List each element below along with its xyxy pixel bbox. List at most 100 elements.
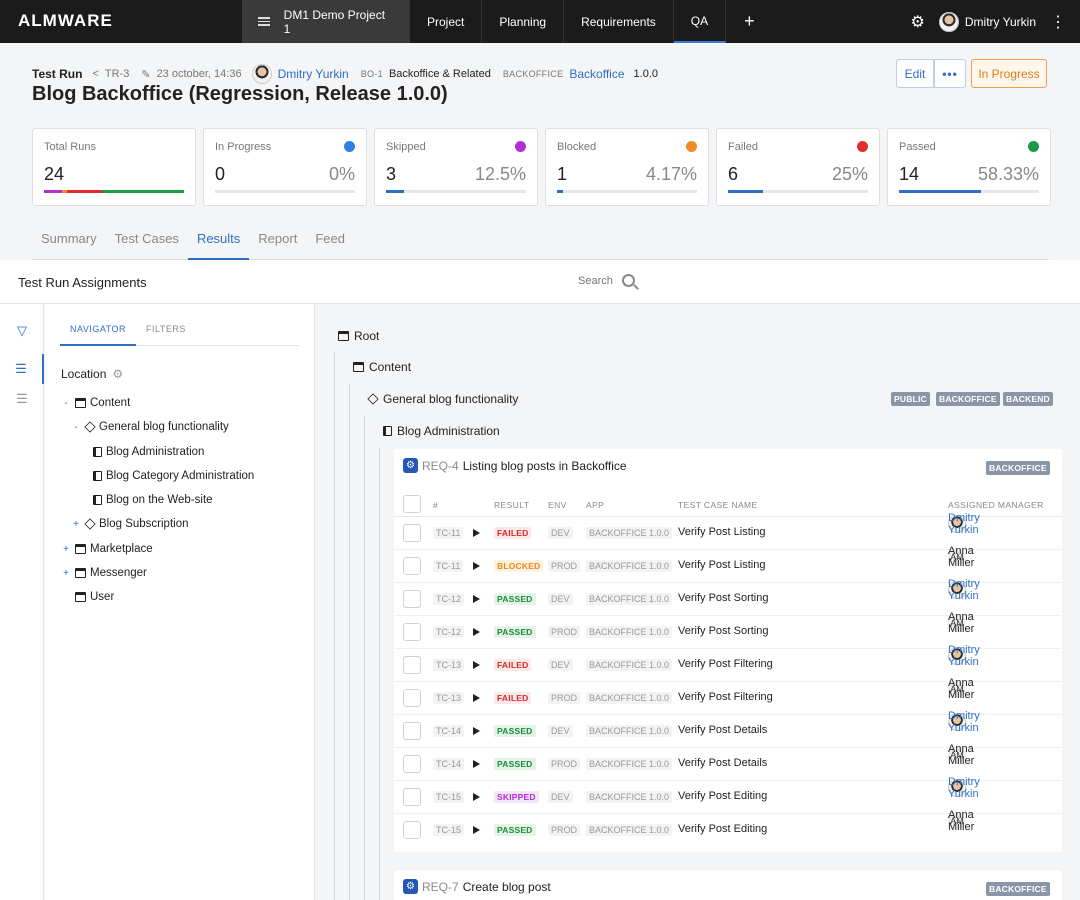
test-case-id[interactable]: TC-12 bbox=[433, 626, 465, 638]
kebab-menu-icon[interactable]: ⋮ bbox=[1050, 12, 1066, 32]
test-case-name[interactable]: Verify Post Filtering bbox=[678, 658, 773, 670]
collapse-toggle[interactable]: - bbox=[61, 398, 71, 409]
tree-item-marketplace[interactable]: + Marketplace bbox=[61, 539, 153, 559]
edit-button[interactable]: Edit bbox=[896, 59, 934, 88]
manager-name: Anna Miller bbox=[948, 743, 975, 767]
test-case-name[interactable]: Verify Post Sorting bbox=[678, 625, 769, 637]
tab-qa[interactable]: QA bbox=[673, 0, 727, 43]
test-case-id[interactable]: TC-12 bbox=[433, 593, 465, 605]
manager-name[interactable]: Dmitry Yurkin bbox=[948, 578, 980, 602]
settings-gear-icon[interactable]: ⚙ bbox=[911, 12, 925, 32]
run-play-icon[interactable] bbox=[473, 727, 480, 735]
tree-item-blog-administration[interactable]: Blog Administration bbox=[93, 442, 204, 462]
manager-name[interactable]: Dmitry Yurkin bbox=[948, 512, 980, 536]
tree-item-content[interactable]: - Content bbox=[61, 393, 130, 413]
list-view-icon[interactable]: ☰ bbox=[0, 384, 44, 414]
tab-results[interactable]: Results bbox=[187, 226, 250, 260]
bo-name[interactable]: Backoffice & Related bbox=[389, 68, 491, 80]
row-checkbox[interactable] bbox=[403, 821, 421, 839]
status-badge[interactable]: In Progress bbox=[971, 59, 1047, 88]
user-menu[interactable]: Dmitry Yurkin bbox=[938, 11, 1036, 32]
tree-item-general-blog[interactable]: - General blog functionality bbox=[71, 417, 228, 437]
manager-name[interactable]: Dmitry Yurkin bbox=[948, 710, 980, 734]
row-checkbox[interactable] bbox=[403, 722, 421, 740]
row-checkbox[interactable] bbox=[403, 656, 421, 674]
test-case-id[interactable]: TC-14 bbox=[433, 758, 465, 770]
row-checkbox[interactable] bbox=[403, 623, 421, 641]
expand-toggle[interactable]: + bbox=[61, 544, 71, 555]
stat-skipped: Skipped 3 12.5% bbox=[374, 128, 538, 206]
select-all-checkbox[interactable] bbox=[403, 495, 421, 513]
filter-icon[interactable]: ▽ bbox=[0, 316, 44, 346]
location-gear-icon[interactable]: ⚙ bbox=[112, 367, 123, 381]
tab-navigator[interactable]: NAVIGATOR bbox=[60, 316, 137, 346]
tab-feed[interactable]: Feed bbox=[306, 226, 354, 260]
collapse-toggle[interactable]: - bbox=[71, 422, 81, 433]
test-case-name[interactable]: Verify Post Listing bbox=[678, 559, 765, 571]
node-root[interactable]: Root bbox=[338, 329, 379, 343]
run-play-icon[interactable] bbox=[473, 793, 480, 801]
test-case-id[interactable]: TC-15 bbox=[433, 791, 465, 803]
test-case-name[interactable]: Verify Post Filtering bbox=[678, 691, 773, 703]
run-play-icon[interactable] bbox=[473, 628, 480, 636]
run-play-icon[interactable] bbox=[473, 595, 480, 603]
row-checkbox[interactable] bbox=[403, 557, 421, 575]
manager-name[interactable]: Dmitry Yurkin bbox=[948, 644, 980, 668]
author-link[interactable]: Dmitry Yurkin bbox=[278, 67, 349, 81]
run-play-icon[interactable] bbox=[473, 562, 480, 570]
tab-summary[interactable]: Summary bbox=[32, 226, 106, 260]
run-play-icon[interactable] bbox=[473, 661, 480, 669]
test-case-id[interactable]: TC-14 bbox=[433, 725, 465, 737]
run-play-icon[interactable] bbox=[473, 529, 480, 537]
run-play-icon[interactable] bbox=[473, 826, 480, 834]
row-checkbox[interactable] bbox=[403, 755, 421, 773]
tree-item-user[interactable]: User bbox=[61, 587, 114, 607]
node-blog-administration[interactable]: Blog Administration bbox=[383, 424, 500, 438]
table-row[interactable]: TC-15 PASSED PROD BACKOFFICE 1.0.0 Verif… bbox=[394, 809, 1062, 847]
test-case-id[interactable]: TC-15 bbox=[433, 824, 465, 836]
row-checkbox[interactable] bbox=[403, 524, 421, 542]
row-checkbox[interactable] bbox=[403, 689, 421, 707]
tab-test-cases[interactable]: Test Cases bbox=[106, 226, 188, 260]
search-icon[interactable] bbox=[622, 274, 635, 287]
tab-filters[interactable]: FILTERS bbox=[136, 316, 196, 346]
tab-report[interactable]: Report bbox=[249, 226, 306, 260]
tab-requirements[interactable]: Requirements bbox=[564, 0, 674, 43]
tab-planning[interactable]: Planning bbox=[482, 0, 565, 43]
test-case-name[interactable]: Verify Post Details bbox=[678, 757, 767, 769]
add-tab-button[interactable]: + bbox=[726, 0, 773, 43]
tree-item-blog-category-administration[interactable]: Blog Category Administration bbox=[93, 466, 254, 486]
node-content[interactable]: Content bbox=[353, 360, 411, 374]
test-case-id[interactable]: TC-11 bbox=[433, 560, 464, 572]
run-play-icon[interactable] bbox=[473, 760, 480, 768]
test-case-name[interactable]: Verify Post Editing bbox=[678, 823, 767, 835]
test-case-id[interactable]: TC-11 bbox=[433, 527, 464, 539]
test-case-name[interactable]: Verify Post Details bbox=[678, 724, 767, 736]
row-checkbox[interactable] bbox=[403, 788, 421, 806]
search-input[interactable] bbox=[578, 274, 614, 287]
test-case-name[interactable]: Verify Post Editing bbox=[678, 790, 767, 802]
app-link[interactable]: Backoffice bbox=[569, 67, 624, 81]
expand-toggle[interactable]: + bbox=[71, 519, 81, 530]
run-play-icon[interactable] bbox=[473, 694, 480, 702]
node-general-blog[interactable]: General blog functionality bbox=[367, 392, 518, 406]
cube-icon bbox=[84, 421, 96, 433]
expand-toggle[interactable]: + bbox=[61, 568, 71, 579]
row-checkbox[interactable] bbox=[403, 590, 421, 608]
tab-project[interactable]: Project bbox=[410, 0, 483, 43]
run-id[interactable]: TR-3 bbox=[105, 68, 129, 80]
tree-item-blog-on-website[interactable]: Blog on the Web-site bbox=[93, 490, 213, 510]
project-selector[interactable]: DM1 Demo Project 1 bbox=[242, 0, 410, 43]
test-case-name[interactable]: Verify Post Sorting bbox=[678, 592, 769, 604]
requirement-header[interactable]: ⚙ REQ-7 Create blog post bbox=[403, 879, 551, 894]
test-case-id[interactable]: TC-13 bbox=[433, 659, 465, 671]
tree-view-icon[interactable]: ☰ bbox=[0, 354, 44, 384]
app-logo[interactable]: ALMWARE bbox=[18, 11, 113, 31]
test-case-name[interactable]: Verify Post Listing bbox=[678, 526, 765, 538]
tree-item-blog-subscription[interactable]: + Blog Subscription bbox=[71, 514, 188, 534]
manager-name[interactable]: Dmitry Yurkin bbox=[948, 776, 980, 800]
requirement-header[interactable]: ⚙ REQ-4 Listing blog posts in Backoffice bbox=[403, 458, 627, 473]
test-case-id[interactable]: TC-13 bbox=[433, 692, 465, 704]
tree-item-messenger[interactable]: + Messenger bbox=[61, 563, 147, 583]
more-button[interactable]: ••• bbox=[934, 59, 966, 88]
